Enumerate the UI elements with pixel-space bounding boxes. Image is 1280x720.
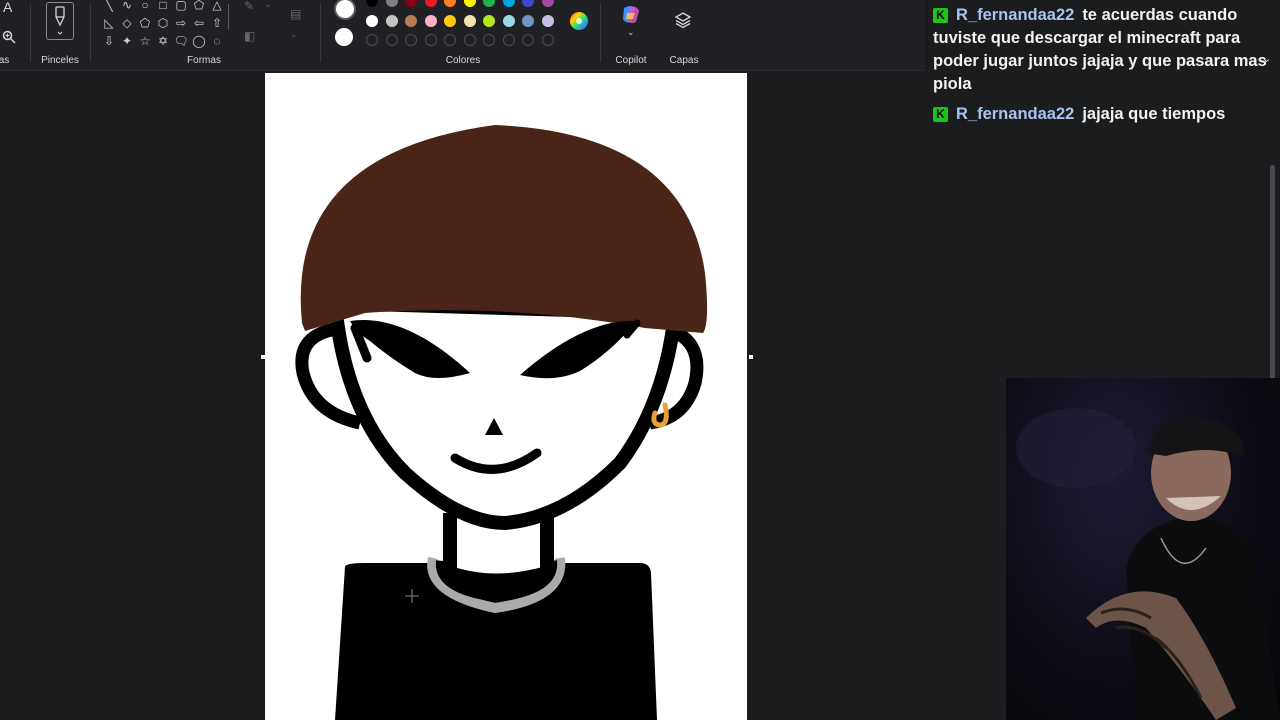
pentagon-shape-icon[interactable]: ⬠ [136,14,154,32]
shape-fill-icon[interactable]: ▤ [290,8,301,20]
color-swatch[interactable] [366,15,378,27]
rectangle-shape-icon[interactable]: □ [154,0,172,14]
star5-shape-icon[interactable]: ☆ [136,32,154,50]
custom-color-slot[interactable] [424,34,437,46]
curve-shape-icon[interactable]: ∿ [118,0,136,14]
callout-oval-shape-icon[interactable]: ◯ [190,32,208,50]
custom-color-slot[interactable] [463,34,476,46]
primary-color-swatch[interactable] [334,0,356,20]
color-swatch[interactable] [502,15,515,27]
color-swatch[interactable] [444,0,456,7]
text-tool-icon[interactable]: A [3,0,12,14]
color-picker-icon[interactable] [569,11,589,33]
color-swatch[interactable] [366,0,378,7]
ribbon-divider [30,4,31,62]
layers-icon[interactable] [674,11,692,31]
fill-icon[interactable]: ◧ [244,30,255,42]
colors-group-label: Colores [445,55,481,66]
shapes-gallery: ╲ ∿ ○ □ ▢ ⬠ △ ◺ ◇ ⬠ ⬡ ⇨ ⇦ ⇧ ⇩ ✦ ☆ ✡ 🗨 ◯ … [100,0,226,50]
zoom-icon[interactable] [2,30,16,46]
color-swatch[interactable] [483,15,495,27]
color-swatch[interactable] [502,0,515,7]
chat-text: jajaja que tiempos [1082,105,1226,123]
triangle-shape-icon[interactable]: △ [208,0,226,14]
rounded-rect-shape-icon[interactable]: ▢ [172,0,190,14]
diamond-shape-icon[interactable]: ◇ [118,14,136,32]
tools-group-label: as [0,55,10,66]
color-swatch[interactable] [385,0,398,7]
custom-color-slot[interactable] [541,34,554,46]
kick-badge-icon: K [933,107,948,122]
color-swatch[interactable] [522,15,534,27]
custom-color-slot[interactable] [405,34,417,46]
secondary-color-swatch[interactable] [335,28,353,46]
resize-handle-left[interactable] [261,355,265,359]
shapes-group-label: Formas [187,55,221,66]
color-swatch[interactable] [405,0,417,7]
color-swatch[interactable] [463,15,476,27]
hair-shape [300,125,708,333]
chevron-down-icon[interactable]: ⌄ [264,0,272,9]
copilot-group-label: Copilot [615,55,647,66]
color-swatch[interactable] [541,15,554,27]
brushes-button[interactable] [46,2,74,40]
custom-color-slot[interactable] [522,34,534,46]
brush-icon [55,6,65,35]
callout-cloud-shape-icon[interactable]: ◌ [208,32,226,50]
copilot-icon[interactable] [620,4,642,28]
chat-message: K R_fernandaa22 te acuerdas cuando tuviste… [933,4,1268,96]
color-swatch[interactable] [405,15,417,27]
character-drawing [295,125,708,720]
ribbon-divider [320,4,321,62]
custom-color-slot[interactable] [366,34,378,46]
paint-ribbon: A as Pinceles ╲ ∿ ○ □ ▢ ⬠ △ ◺ ◇ ⬠ ⬡ ⇨ ⇦ … [0,0,925,71]
brushes-group-label: Pinceles [41,55,79,66]
chevron-down-icon[interactable]: ⌄ [627,28,635,37]
color-swatch[interactable] [522,0,534,7]
color-swatch[interactable] [424,0,437,7]
arrow-right-shape-icon[interactable]: ⇨ [172,14,190,32]
custom-color-slot[interactable] [444,34,456,46]
ribbon-divider [600,4,601,62]
arrow-up-shape-icon[interactable]: ⇧ [208,14,226,32]
polygon-shape-icon[interactable]: ⬠ [190,0,208,14]
line-shape-icon[interactable]: ╲ [100,0,118,14]
color-swatch[interactable] [483,0,495,7]
star6-shape-icon[interactable]: ✡ [154,32,172,50]
chat-username[interactable]: R_fernandaa22 [956,105,1074,123]
color-swatch[interactable] [385,15,398,27]
hexagon-shape-icon[interactable]: ⬡ [154,14,172,32]
chat-username[interactable]: R_fernandaa22 [956,6,1074,24]
layers-group-label: Capas [669,55,699,66]
custom-color-slot[interactable] [483,34,495,46]
star4-shape-icon[interactable]: ✦ [118,32,136,50]
oval-shape-icon[interactable]: ○ [136,0,154,14]
resize-handle-right[interactable] [749,355,753,359]
custom-color-slot[interactable] [385,34,398,46]
custom-color-slot[interactable] [502,34,515,46]
drawing-canvas[interactable] [265,73,747,720]
color-swatch[interactable] [424,15,437,27]
chat-overlay: K R_fernandaa22 te acuerdas cuando tuviste… [925,0,1280,130]
right-triangle-shape-icon[interactable]: ◺ [100,14,118,32]
webcam-feed [1006,378,1280,720]
chat-message: K R_fernandaa22 jajaja que tiempos [933,103,1268,126]
shapes-scroll[interactable] [228,4,229,30]
color-swatch[interactable] [444,15,456,27]
chevron-down-icon[interactable]: ⌄ [290,30,298,39]
color-swatch[interactable] [541,0,554,7]
arrow-left-shape-icon[interactable]: ⇦ [190,14,208,32]
ribbon-divider [90,4,91,62]
color-swatch[interactable] [463,0,476,7]
streamer-silhouette [1016,408,1280,720]
chevron-down-icon[interactable]: ⌄ [1262,52,1271,65]
kick-badge-icon: K [933,8,948,23]
arrow-down-shape-icon[interactable]: ⇩ [100,32,118,50]
callout-rect-shape-icon[interactable]: 🗨 [172,32,190,50]
outline-icon[interactable]: ✎ [244,0,254,12]
